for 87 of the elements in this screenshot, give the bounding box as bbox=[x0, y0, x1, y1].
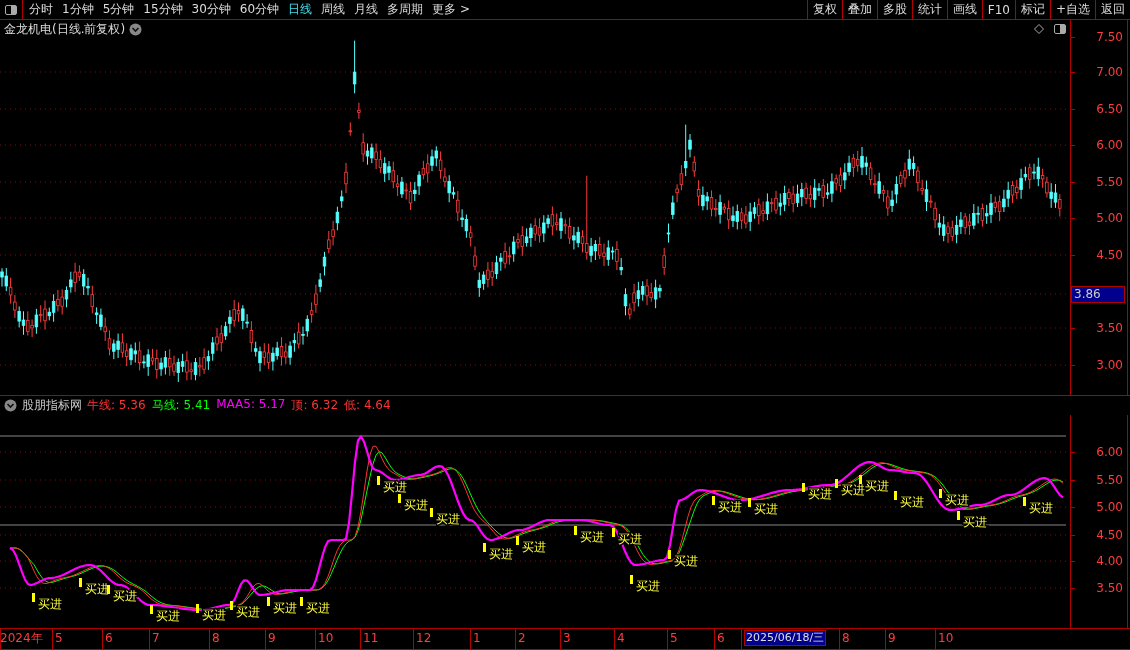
buy-signal-label: 买进 bbox=[107, 585, 137, 603]
indicator-axis-label: 4.00 bbox=[1096, 553, 1123, 569]
legend-value: 牛线: 5.36 bbox=[87, 397, 146, 414]
toolbar-button[interactable]: 复权 bbox=[806, 0, 842, 19]
toolbar-button[interactable]: 返回 bbox=[1095, 0, 1130, 19]
current-price-badge: 3.86 bbox=[1071, 286, 1125, 303]
time-axis-label: 2 bbox=[518, 631, 526, 645]
indicator-name: 股朋指标网 bbox=[22, 397, 82, 414]
time-axis-label: 5 bbox=[55, 631, 63, 645]
price-axis-label: 5.50 bbox=[1096, 174, 1123, 190]
toolbar-button[interactable]: +自选 bbox=[1049, 0, 1095, 19]
time-axis-label: 9 bbox=[268, 631, 276, 645]
buy-signal-label: 买进 bbox=[230, 601, 260, 619]
period-tab[interactable]: 30分钟 bbox=[191, 1, 231, 18]
buy-signal-label: 买进 bbox=[377, 476, 407, 494]
price-axis-label: 6.00 bbox=[1096, 137, 1123, 153]
legend-value: 低: 4.64 bbox=[344, 397, 391, 414]
indicator-axis-label: 5.00 bbox=[1096, 499, 1123, 515]
indicator-axis-label: 5.50 bbox=[1096, 472, 1123, 488]
panel-toggle-icon[interactable] bbox=[1054, 24, 1066, 34]
time-axis-label: 1 bbox=[473, 631, 481, 645]
buy-signal-label: 买进 bbox=[894, 491, 924, 509]
price-axis-label: 4.50 bbox=[1096, 247, 1123, 263]
period-tab[interactable]: 月线 bbox=[354, 1, 379, 18]
buy-signal-label: 买进 bbox=[1023, 497, 1053, 515]
legend-value: 顶: 6.32 bbox=[291, 397, 339, 414]
indicator-axis-label: 4.50 bbox=[1096, 527, 1123, 543]
toolbar-button[interactable]: 统计 bbox=[911, 0, 947, 19]
buy-signal-label: 买进 bbox=[196, 604, 226, 622]
time-axis-label: 7 bbox=[152, 631, 160, 645]
time-axis-label: 11 bbox=[363, 631, 379, 645]
price-axis-label: 7.50 bbox=[1096, 29, 1123, 45]
period-tab[interactable]: 1分钟 bbox=[62, 1, 94, 18]
buy-signal-label: 买进 bbox=[398, 494, 428, 512]
buy-signal-label: 买进 bbox=[150, 605, 180, 623]
time-axis-label: 12 bbox=[416, 631, 432, 645]
price-axis-label: 6.50 bbox=[1096, 101, 1123, 117]
period-tab[interactable]: 15分钟 bbox=[143, 1, 183, 18]
buy-signal-label: 买进 bbox=[430, 508, 460, 526]
buy-signal-label: 买进 bbox=[802, 483, 832, 501]
time-axis-label: 5 bbox=[670, 631, 678, 645]
time-axis-label: 2024年 bbox=[0, 631, 43, 645]
buy-signal-label: 买进 bbox=[267, 597, 297, 615]
buy-signal-label: 买进 bbox=[630, 575, 660, 593]
period-tab[interactable]: 5分钟 bbox=[102, 1, 135, 18]
time-axis-label: 8 bbox=[842, 631, 850, 645]
buy-signal-label: 买进 bbox=[516, 536, 546, 554]
indicator-axis-label: 3.50 bbox=[1096, 580, 1123, 596]
time-axis-label: 10 bbox=[938, 631, 954, 645]
toolbar-button[interactable]: 多股 bbox=[876, 0, 912, 19]
price-axis-label: 3.50 bbox=[1096, 320, 1123, 336]
time-axis-label: 9 bbox=[888, 631, 896, 645]
period-tab[interactable]: 更多 > bbox=[432, 1, 470, 18]
buy-signal-label: 买进 bbox=[483, 543, 513, 561]
time-axis-label: 10 bbox=[318, 631, 334, 645]
period-tab[interactable]: 多周期 bbox=[387, 1, 424, 18]
period-tab[interactable]: 周线 bbox=[321, 1, 346, 18]
period-tab[interactable]: 日线 bbox=[288, 1, 313, 18]
toolbar-button[interactable]: 画线 bbox=[946, 0, 982, 19]
time-axis-label: 6 bbox=[717, 631, 725, 645]
indicator-axis-label: 6.00 bbox=[1096, 444, 1123, 460]
buy-signal-label: 买进 bbox=[668, 550, 698, 568]
buy-signal-label: 买进 bbox=[300, 597, 330, 615]
buy-signal-label: 买进 bbox=[32, 593, 62, 611]
cursor-date-label: 2025/06/18/三 bbox=[744, 630, 827, 646]
buy-signal-label: 买进 bbox=[712, 496, 742, 514]
buy-signal-label: 买进 bbox=[748, 498, 778, 516]
time-axis-label: 6 bbox=[105, 631, 113, 645]
dropdown-chevron-icon[interactable] bbox=[129, 22, 143, 36]
legend-value: MAA5: 5.17 bbox=[216, 397, 286, 413]
time-axis-label: 3 bbox=[563, 631, 571, 645]
dropdown-chevron-icon[interactable] bbox=[4, 399, 17, 412]
period-tab[interactable]: 60分钟 bbox=[239, 1, 280, 18]
diamond-icon[interactable] bbox=[1034, 24, 1044, 34]
toolbar-button[interactable]: F10 bbox=[981, 0, 1015, 19]
buy-signal-label: 买进 bbox=[957, 511, 987, 529]
price-axis-label: 7.00 bbox=[1096, 64, 1123, 80]
toolbar-button[interactable]: 标记 bbox=[1014, 0, 1050, 19]
price-axis-label: 5.00 bbox=[1096, 210, 1123, 226]
toolbar-button[interactable]: 叠加 bbox=[841, 0, 877, 19]
chart-title: 金龙机电(日线.前复权) bbox=[4, 20, 126, 38]
time-axis-label: 4 bbox=[617, 631, 625, 645]
legend-value: 马线: 5.41 bbox=[151, 397, 211, 414]
period-tab[interactable]: 分时 bbox=[29, 1, 53, 18]
time-axis-label: 8 bbox=[212, 631, 220, 645]
price-axis-label: 3.00 bbox=[1096, 357, 1123, 373]
buy-signal-label: 买进 bbox=[574, 526, 604, 544]
